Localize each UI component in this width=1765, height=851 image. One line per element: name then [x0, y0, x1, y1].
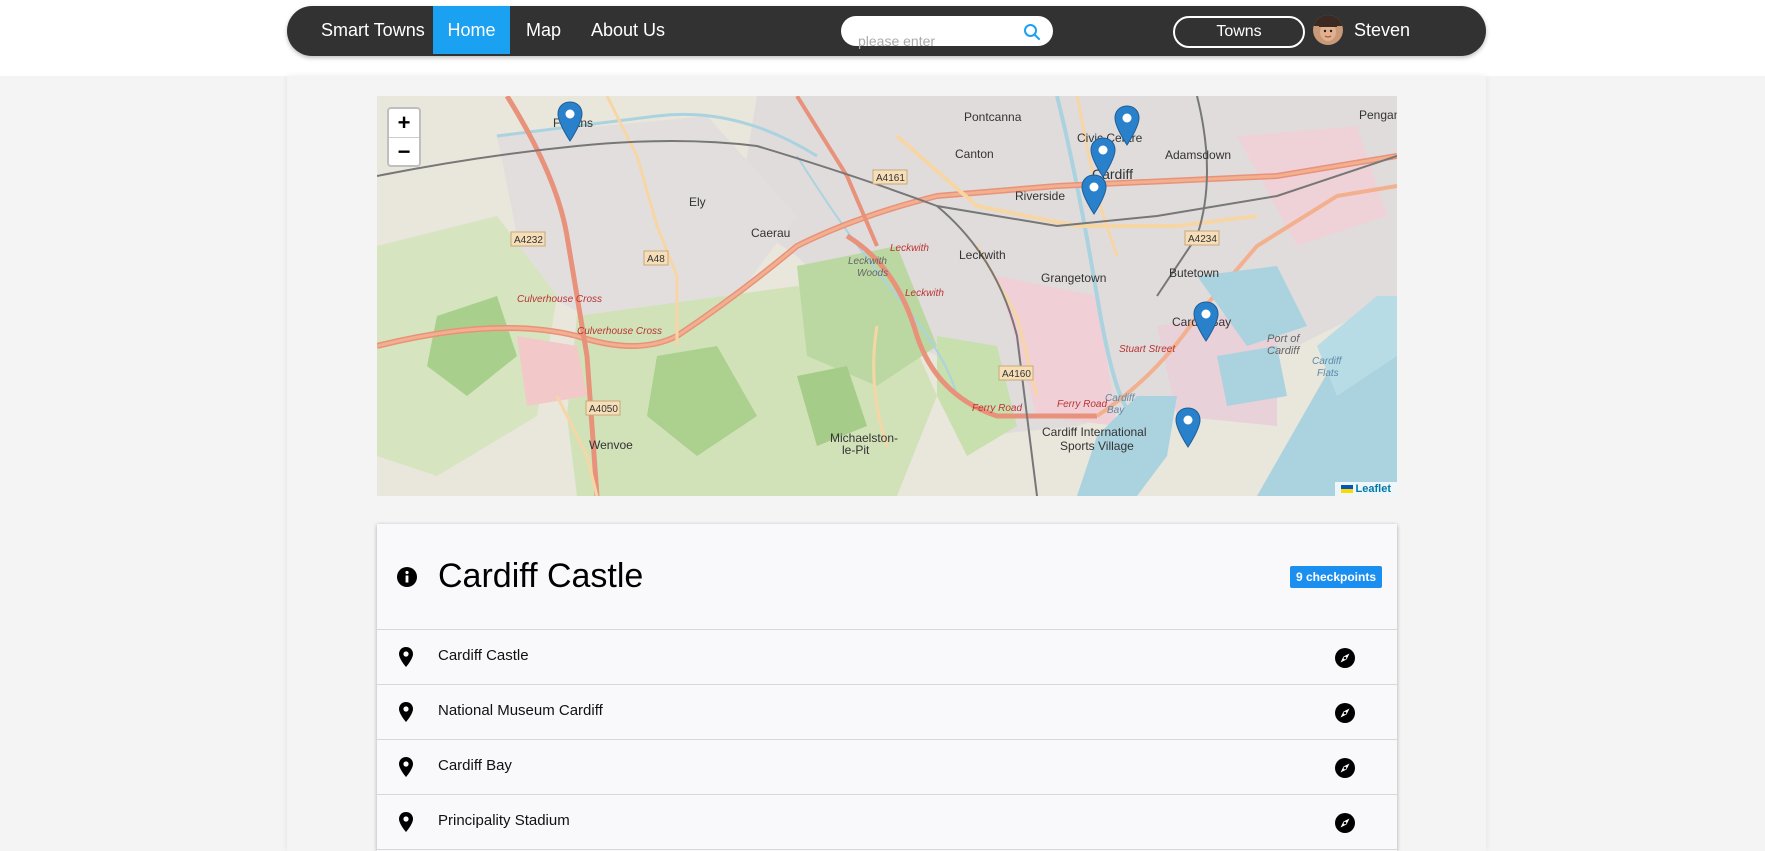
avatar-image [1313, 15, 1343, 45]
search-icon[interactable] [1023, 23, 1041, 41]
brand-link[interactable]: Smart Towns [321, 6, 425, 54]
zoom-in-button[interactable]: + [389, 109, 419, 138]
towns-button[interactable]: Towns [1173, 16, 1305, 48]
location-pin-icon [399, 812, 413, 832]
compass-icon[interactable] [1334, 702, 1356, 724]
town-card: Cardiff Castle 9 checkpoints Cardiff Cas… [377, 524, 1397, 851]
map-marker[interactable] [1081, 174, 1107, 216]
search-input[interactable] [858, 33, 1018, 49]
checkpoint-item[interactable]: Principality Stadium [377, 795, 1397, 850]
svg-text:A4160: A4160 [1002, 369, 1031, 380]
svg-text:Pengam: Pengam [1359, 108, 1397, 122]
info-icon [397, 567, 417, 587]
svg-text:A4050: A4050 [589, 404, 618, 415]
map-attribution[interactable]: Leaflet [1334, 482, 1397, 496]
map-marker[interactable] [1193, 301, 1219, 343]
nav-map[interactable]: Map [526, 6, 561, 54]
svg-text:Stuart Street: Stuart Street [1119, 344, 1176, 355]
card-title: Cardiff Castle [438, 557, 644, 595]
map-marker[interactable] [1114, 105, 1140, 147]
svg-text:Wenvoe: Wenvoe [589, 438, 633, 452]
location-pin-icon [399, 757, 413, 777]
svg-text:Leckwith: Leckwith [905, 288, 944, 299]
zoom-control: + − [387, 107, 421, 167]
nav-about[interactable]: About Us [591, 6, 665, 54]
checkpoint-item[interactable]: Cardiff Bay [377, 740, 1397, 795]
checkpoint-label: Cardiff Bay [438, 757, 512, 774]
ukraine-flag-icon [1340, 485, 1353, 494]
checkpoint-label: Cardiff Castle [438, 647, 529, 664]
checkpoint-item[interactable]: Cardiff Castle [377, 630, 1397, 685]
svg-text:A48: A48 [647, 254, 665, 265]
card-header: Cardiff Castle 9 checkpoints [377, 524, 1397, 630]
svg-text:A4234: A4234 [1188, 234, 1217, 245]
svg-text:Flats: Flats [1317, 368, 1339, 379]
svg-text:Butetown: Butetown [1169, 266, 1219, 280]
map-tiles: Fagans Pontcanna Canton Civic Centre Car… [377, 96, 1397, 496]
svg-text:Culverhouse Cross: Culverhouse Cross [517, 294, 602, 305]
compass-icon[interactable] [1334, 647, 1356, 669]
svg-text:A4232: A4232 [514, 235, 543, 246]
location-pin-icon [399, 702, 413, 722]
svg-text:Adamsdown: Adamsdown [1165, 148, 1231, 162]
svg-text:Cardiff: Cardiff [1312, 356, 1343, 367]
location-pin-icon [399, 647, 413, 667]
svg-text:Leckwith: Leckwith [848, 256, 887, 267]
svg-text:Culverhouse Cross: Culverhouse Cross [577, 326, 662, 337]
leaflet-link[interactable]: Leaflet [1356, 483, 1391, 495]
compass-icon[interactable] [1334, 812, 1356, 834]
svg-text:Ely: Ely [689, 195, 706, 209]
checkpoint-label: National Museum Cardiff [438, 702, 603, 719]
checkpoint-label: Principality Stadium [438, 812, 570, 829]
svg-text:Cardiff: Cardiff [1105, 393, 1136, 404]
map-marker[interactable] [557, 101, 583, 143]
svg-text:Woods: Woods [857, 268, 888, 279]
svg-text:Leckwith: Leckwith [959, 248, 1006, 262]
zoom-out-button[interactable]: − [389, 138, 419, 166]
avatar[interactable] [1313, 15, 1343, 45]
svg-text:Bay: Bay [1107, 405, 1125, 416]
search-box [841, 16, 1053, 49]
checkpoint-count-badge: 9 checkpoints [1289, 566, 1382, 588]
nav-home[interactable]: Home [433, 6, 510, 54]
svg-text:Pontcanna: Pontcanna [964, 110, 1022, 124]
svg-text:Canton: Canton [955, 147, 994, 161]
svg-text:Cardiff: Cardiff [1267, 345, 1300, 357]
username[interactable]: Steven [1354, 6, 1410, 54]
checkpoint-item[interactable]: National Museum Cardiff [377, 685, 1397, 740]
svg-text:Cardiff International: Cardiff International [1042, 425, 1147, 439]
svg-text:Ferry Road: Ferry Road [972, 403, 1022, 414]
svg-text:Caerau: Caerau [751, 226, 790, 240]
svg-text:Riverside: Riverside [1015, 189, 1065, 203]
svg-text:Grangetown: Grangetown [1041, 271, 1106, 285]
svg-text:le-Pit: le-Pit [842, 443, 870, 457]
svg-text:Sports Village: Sports Village [1060, 439, 1134, 453]
map-marker[interactable] [1175, 407, 1201, 449]
compass-icon[interactable] [1334, 757, 1356, 779]
svg-text:Ferry Road: Ferry Road [1057, 399, 1107, 410]
svg-text:Leckwith: Leckwith [890, 243, 929, 254]
map-marker[interactable] [1090, 137, 1116, 179]
top-navbar: Smart Towns Home Map About Us Towns Stev… [287, 6, 1486, 56]
svg-text:A4161: A4161 [876, 173, 905, 184]
svg-text:Port of: Port of [1267, 333, 1300, 345]
town-map[interactable]: Fagans Pontcanna Canton Civic Centre Car… [377, 96, 1397, 496]
